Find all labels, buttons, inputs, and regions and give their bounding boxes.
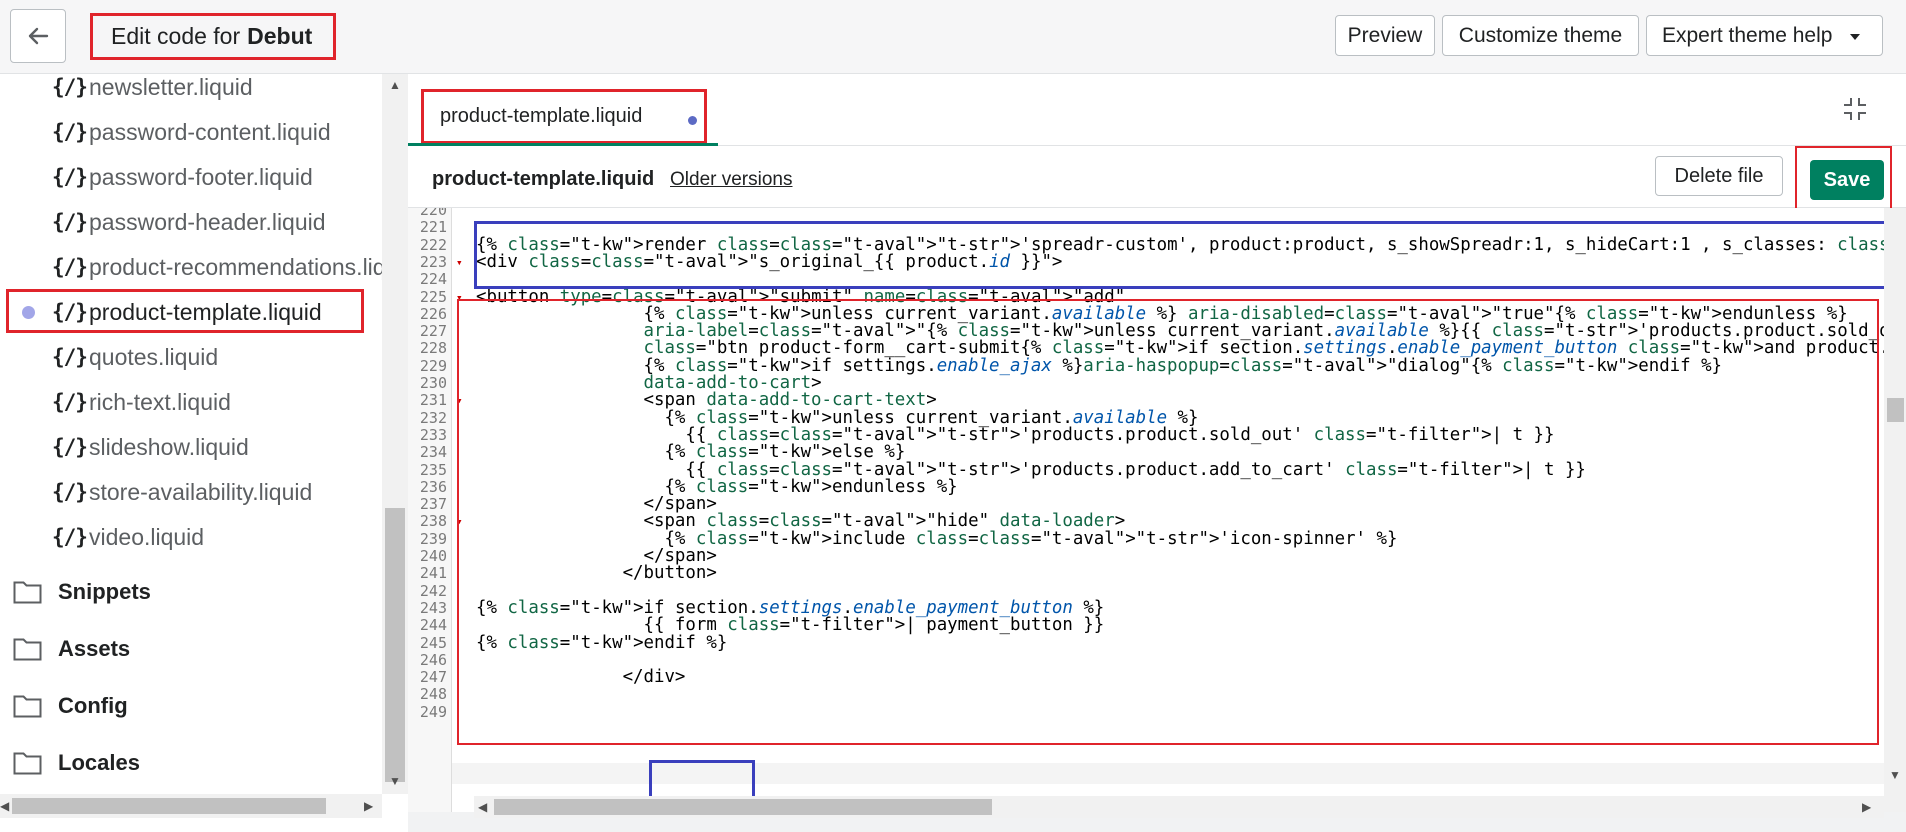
file-name: slideshow.liquid bbox=[89, 433, 249, 460]
scroll-right-icon[interactable]: ▶ bbox=[1862, 800, 1871, 814]
customize-theme-label: Customize theme bbox=[1458, 23, 1623, 47]
liquid-file-icon: {/} bbox=[52, 75, 88, 99]
older-versions-link[interactable]: Older versions bbox=[670, 169, 793, 191]
top-bar: Edit code for Debut Preview Customize th… bbox=[0, 0, 1906, 74]
file-name: store-availability.liquid bbox=[89, 478, 313, 505]
scroll-right-icon[interactable]: ▶ bbox=[364, 799, 373, 813]
liquid-file-icon: {/} bbox=[52, 165, 88, 189]
liquid-file-icon: {/} bbox=[52, 255, 88, 279]
page-title: Edit code for Debut bbox=[90, 13, 336, 60]
theme-name: Debut bbox=[247, 23, 313, 49]
scrollbar-thumb[interactable] bbox=[12, 798, 326, 814]
line-number: 249 bbox=[419, 702, 447, 721]
caret-down-icon bbox=[1850, 34, 1860, 40]
collapse-icon[interactable] bbox=[1842, 96, 1868, 122]
folder-name: Assets bbox=[58, 636, 131, 661]
liquid-file-icon: {/} bbox=[52, 525, 88, 549]
editor-tab-bar: product-template.liquid bbox=[408, 74, 1906, 146]
file-name: password-header.liquid bbox=[89, 208, 326, 235]
annotation-highlight-render-block bbox=[474, 221, 1892, 289]
folder-name: Snippets bbox=[58, 579, 151, 604]
preview-label: Preview bbox=[1347, 23, 1423, 47]
sidebar-horizontal-scrollbar[interactable]: ◀ ▶ bbox=[0, 794, 382, 818]
folder-icon bbox=[13, 695, 42, 718]
file-name: quotes.liquid bbox=[89, 343, 219, 370]
scrollbar-thumb[interactable] bbox=[385, 508, 405, 782]
open-file-name: product-template.liquid bbox=[432, 168, 655, 190]
annotation-highlight-save: Save bbox=[1795, 146, 1892, 212]
file-name: newsletter.liquid bbox=[89, 74, 253, 100]
page-title-prefix: Edit code for bbox=[111, 23, 241, 49]
scrollbar-thumb[interactable] bbox=[1887, 398, 1904, 422]
editor-horizontal-scrollbar[interactable]: ◀ ▶ bbox=[474, 796, 1884, 818]
editor-header: product-template.liquid Older versions D… bbox=[408, 146, 1906, 212]
file-name: rich-text.liquid bbox=[89, 388, 231, 415]
annotation-highlight-sidebar bbox=[6, 289, 364, 333]
customize-theme-button[interactable]: Customize theme bbox=[1442, 15, 1639, 56]
liquid-file-icon: {/} bbox=[52, 435, 88, 459]
annotation-highlight-button-block bbox=[457, 299, 1879, 745]
fold-arrow-icon[interactable]: ▾ bbox=[456, 252, 463, 273]
editor-vertical-scrollbar[interactable]: ▼ bbox=[1884, 208, 1906, 812]
delete-file-button[interactable]: Delete file bbox=[1655, 156, 1783, 196]
tab-product-template[interactable]: product-template.liquid bbox=[421, 89, 707, 144]
folder-icon bbox=[13, 581, 42, 604]
delete-file-label: Delete file bbox=[1674, 164, 1764, 187]
tab-label: product-template.liquid bbox=[440, 105, 643, 127]
scroll-down-icon[interactable]: ▼ bbox=[1889, 768, 1901, 782]
save-label: Save bbox=[1823, 168, 1871, 191]
scroll-left-icon[interactable]: ◀ bbox=[478, 800, 487, 814]
expert-theme-help-label: Expert theme help bbox=[1662, 23, 1833, 47]
scrollbar-thumb[interactable] bbox=[494, 799, 992, 815]
folder-icon bbox=[13, 638, 42, 661]
scroll-left-icon[interactable]: ◀ bbox=[0, 799, 9, 813]
file-name: password-content.liquid bbox=[89, 118, 331, 145]
folder-name: Config bbox=[58, 693, 128, 718]
back-button[interactable] bbox=[10, 9, 66, 63]
scroll-up-icon[interactable]: ▲ bbox=[389, 78, 401, 92]
liquid-file-icon: {/} bbox=[52, 120, 88, 144]
unsaved-dot bbox=[688, 116, 697, 125]
liquid-file-icon: {/} bbox=[52, 210, 88, 234]
liquid-file-icon: {/} bbox=[52, 345, 88, 369]
liquid-file-icon: {/} bbox=[52, 480, 88, 504]
file-name: product-recommendations.liquid bbox=[89, 253, 408, 280]
file-sidebar: {/} newsletter.liquid {/} password-conte… bbox=[0, 74, 408, 832]
sidebar-vertical-scrollbar[interactable]: ▲ ▼ bbox=[382, 74, 408, 794]
file-name: password-footer.liquid bbox=[89, 163, 313, 190]
file-name: video.liquid bbox=[89, 523, 205, 550]
expert-theme-help-button[interactable]: Expert theme help bbox=[1646, 15, 1883, 56]
folder-name: Locales bbox=[58, 750, 140, 775]
save-button[interactable]: Save bbox=[1810, 160, 1884, 200]
folder-icon bbox=[13, 752, 42, 775]
preview-button[interactable]: Preview bbox=[1335, 15, 1435, 56]
arrow-left-icon bbox=[28, 27, 49, 45]
scroll-down-icon[interactable]: ▼ bbox=[389, 774, 401, 788]
liquid-file-icon: {/} bbox=[52, 390, 88, 414]
annotation-highlight-closing-div bbox=[649, 760, 755, 799]
